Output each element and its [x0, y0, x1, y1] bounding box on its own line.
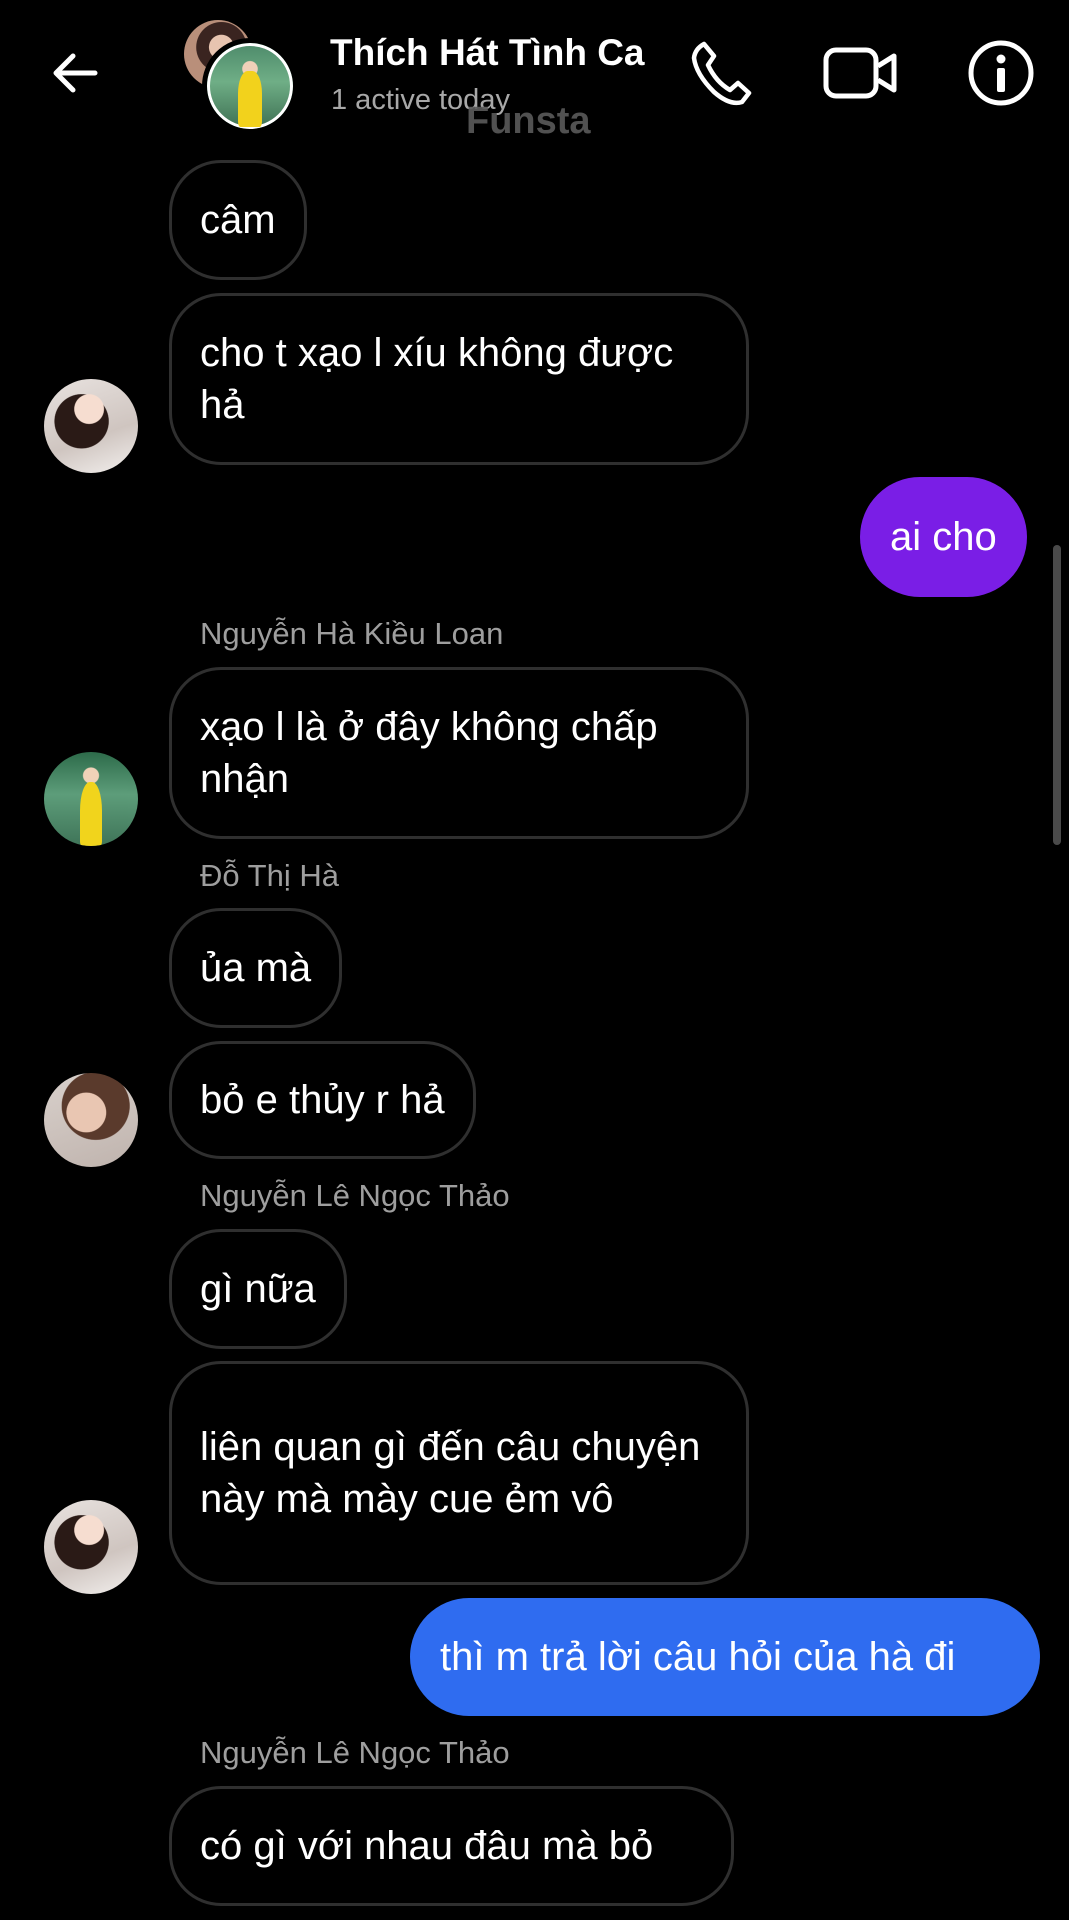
group-avatar[interactable]: [184, 20, 298, 134]
avatar[interactable]: [44, 379, 138, 473]
outgoing-message-bubble[interactable]: ai cho: [860, 477, 1027, 597]
avatar[interactable]: [44, 1073, 138, 1167]
avatar[interactable]: [44, 1500, 138, 1594]
video-call-button[interactable]: [820, 32, 902, 114]
info-button[interactable]: [960, 32, 1042, 114]
avatar[interactable]: [44, 752, 138, 846]
back-button[interactable]: [40, 38, 110, 108]
info-icon: [968, 40, 1034, 106]
outgoing-message-bubble[interactable]: thì m trả lời câu hỏi của hà đi: [410, 1598, 1040, 1716]
message-bubble[interactable]: ủa mà: [169, 908, 343, 1028]
message-bubble[interactable]: bỏ e thủy r hả: [169, 1041, 476, 1159]
sender-name: Đỗ Thị Hà: [200, 858, 339, 893]
message-bubble[interactable]: xạo l là ở đây không chấp nhận: [169, 667, 749, 839]
message-bubble[interactable]: cho t xạo l xíu không được hả: [169, 293, 749, 465]
video-camera-icon: [823, 47, 897, 99]
message-bubble[interactable]: có gì với nhau đâu mà bỏ: [169, 1786, 734, 1906]
sender-name: Nguyễn Lê Ngọc Thảo: [200, 1178, 510, 1213]
chat-header: Thích Hát Tình Ca 1 active today Funsta: [0, 0, 1069, 145]
sender-name: Nguyễn Hà Kiều Loan: [200, 616, 504, 651]
sender-name: Nguyễn Lê Ngọc Thảo: [200, 1735, 510, 1770]
phone-icon: [691, 41, 752, 106]
call-button[interactable]: [680, 32, 762, 114]
message-bubble[interactable]: liên quan gì đến câu chuyện này mà mày c…: [169, 1361, 749, 1585]
message-bubble[interactable]: gì nữa: [169, 1229, 347, 1349]
scrollbar[interactable]: [1053, 545, 1061, 845]
group-avatar-front: [202, 38, 298, 134]
arrow-left-icon: [53, 53, 98, 93]
watermark-text: Funsta: [466, 100, 591, 142]
message-bubble[interactable]: câm: [169, 160, 307, 280]
chat-title[interactable]: Thích Hát Tình Ca: [330, 32, 645, 74]
